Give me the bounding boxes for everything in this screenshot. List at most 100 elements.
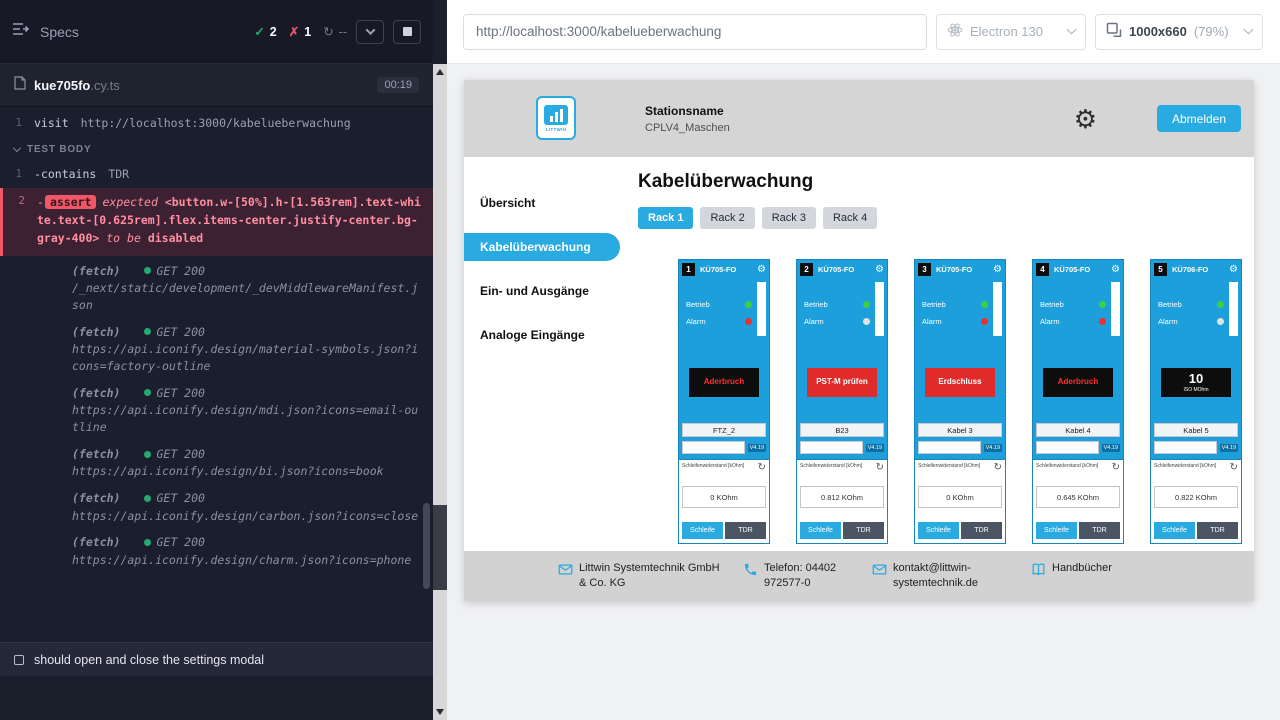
schleife-button[interactable]: Schleife bbox=[918, 522, 959, 539]
test-body-section[interactable]: TEST BODY bbox=[0, 135, 433, 162]
schleife-button[interactable]: Schleife bbox=[682, 522, 723, 539]
panel-scrollbar[interactable] bbox=[433, 64, 447, 720]
next-test-title: should open and close the settings modal bbox=[34, 653, 264, 667]
sidebar-item-ein-und-ausgaenge[interactable]: Ein- und Ausgänge bbox=[464, 277, 620, 305]
fetch-log-entry[interactable]: (fetch)GET 200 /_next/static/development… bbox=[0, 258, 433, 319]
spec-name[interactable]: kue705fo.cy.ts bbox=[34, 78, 120, 93]
tab-rack-2[interactable]: Rack 2 bbox=[700, 207, 754, 229]
tdr-button[interactable]: TDR bbox=[843, 522, 884, 539]
schleife-button[interactable]: Schleife bbox=[1154, 522, 1195, 539]
viewport-select[interactable]: 1000x660 (79%) bbox=[1095, 14, 1263, 50]
settings-gear-icon[interactable]: ⚙ bbox=[1074, 106, 1097, 132]
refresh-icon[interactable]: ↻ bbox=[1112, 463, 1120, 473]
firmware-version: V4.19 bbox=[748, 444, 766, 452]
status-ok-dot bbox=[144, 328, 151, 335]
card-indicator-strip bbox=[1229, 282, 1238, 336]
tdr-button[interactable]: TDR bbox=[1079, 522, 1120, 539]
tdr-button[interactable]: TDR bbox=[1197, 522, 1238, 539]
visit-command-row[interactable]: 1 visit http://localhost:3000/kabelueber… bbox=[0, 111, 433, 135]
betrieb-led bbox=[863, 301, 870, 308]
cable-name-input[interactable] bbox=[682, 441, 745, 454]
cable-name-input[interactable] bbox=[918, 441, 981, 454]
status-ok-dot bbox=[144, 267, 151, 274]
section-label: TEST BODY bbox=[27, 144, 91, 155]
passed-count: 2 bbox=[270, 25, 277, 39]
stop-button[interactable] bbox=[393, 20, 421, 44]
fetch-log-entry[interactable]: (fetch)GET 200 https://api.iconify.desig… bbox=[0, 380, 433, 441]
failed-icon: ✗ bbox=[289, 24, 299, 39]
card-gear-icon[interactable]: ⚙ bbox=[1229, 265, 1238, 275]
card-gear-icon[interactable]: ⚙ bbox=[1111, 265, 1120, 275]
next-test-row[interactable]: should open and close the settings modal bbox=[0, 642, 433, 676]
cable-name-input[interactable] bbox=[1154, 441, 1217, 454]
browser-stage: http://localhost:3000/kabelueberwachung … bbox=[447, 0, 1280, 720]
logout-button[interactable]: Abmelden bbox=[1157, 105, 1241, 132]
card-number-badge: 4 bbox=[1036, 263, 1049, 276]
url-input[interactable]: http://localhost:3000/kabelueberwachung bbox=[463, 14, 927, 50]
card-gear-icon[interactable]: ⚙ bbox=[993, 265, 1002, 275]
tab-rack-4[interactable]: Rack 4 bbox=[823, 207, 877, 229]
refresh-icon[interactable]: ↻ bbox=[994, 463, 1002, 473]
tdr-button[interactable]: TDR bbox=[725, 522, 766, 539]
alarm-led bbox=[1217, 318, 1224, 325]
specs-label[interactable]: Specs bbox=[40, 24, 79, 40]
spec-header: kue705fo.cy.ts 00:19 bbox=[0, 64, 433, 107]
resistance-value: 0.645 KOhm bbox=[1036, 486, 1120, 508]
alarm-led bbox=[745, 318, 752, 325]
refresh-icon[interactable]: ↻ bbox=[758, 463, 766, 473]
collapse-button[interactable] bbox=[356, 20, 384, 44]
cable-name-input[interactable] bbox=[800, 441, 863, 454]
spec-extension: .cy.ts bbox=[90, 78, 119, 93]
command-name: -contains bbox=[34, 166, 96, 182]
passed-icon: ✓ bbox=[254, 24, 264, 39]
browser-name: Electron 130 bbox=[970, 24, 1043, 39]
footer-manuals[interactable]: Handbücher bbox=[1031, 561, 1112, 582]
alarm-led bbox=[981, 318, 988, 325]
scroll-down-arrow[interactable] bbox=[436, 709, 444, 715]
sidebar-item-uebersicht[interactable]: Übersicht bbox=[464, 189, 620, 217]
schleife-button[interactable]: Schleife bbox=[1036, 522, 1077, 539]
card-number-badge: 5 bbox=[1154, 263, 1167, 276]
device-card: 4 KÜ705-FO ⚙ Betrieb Alarm Aderbruch Kab bbox=[1032, 259, 1124, 544]
schleife-button[interactable]: Schleife bbox=[800, 522, 841, 539]
scroll-up-arrow[interactable] bbox=[436, 69, 444, 75]
fetch-log-entry[interactable]: (fetch)GET 200 https://api.iconify.desig… bbox=[0, 319, 433, 380]
sidebar-item-kabelueberwachung[interactable]: Kabelüberwachung bbox=[464, 233, 620, 261]
status-display: PST-M prüfen bbox=[807, 368, 877, 397]
fetch-log-entry[interactable]: (fetch)GET 200 https://api.iconify.desig… bbox=[0, 485, 433, 529]
sidebar-item-analoge-eingaenge[interactable]: Analoge Eingänge bbox=[464, 321, 620, 349]
app-main: Kabelüberwachung Rack 1 Rack 2 Rack 3 Ra… bbox=[620, 157, 1254, 551]
contains-command-row[interactable]: 1 -contains TDR bbox=[0, 162, 433, 186]
tab-rack-1[interactable]: Rack 1 bbox=[638, 207, 693, 229]
log-scrollbar-thumb[interactable] bbox=[423, 503, 430, 589]
failed-assert-row[interactable]: 2 -assertexpected <button.w-[50%].h-[1.5… bbox=[0, 188, 433, 255]
app-footer: Littwin Systemtechnik GmbH & Co. KG Tele… bbox=[464, 551, 1254, 601]
scrollbar-thumb[interactable] bbox=[433, 505, 447, 590]
footer-email[interactable]: kontakt@littwin-systemtechnik.de bbox=[872, 561, 1015, 591]
card-gear-icon[interactable]: ⚙ bbox=[757, 265, 766, 275]
specs-menu-icon[interactable] bbox=[12, 22, 30, 41]
fetch-log-entry[interactable]: (fetch)GET 200 https://api.iconify.desig… bbox=[0, 529, 433, 573]
chevron-down-icon bbox=[13, 144, 21, 152]
browser-select[interactable]: Electron 130 bbox=[936, 14, 1086, 50]
device-cards: 1 KÜ705-FO ⚙ Betrieb Alarm Aderbruch FTZ bbox=[678, 259, 1254, 544]
cable-name: Kabel 4 bbox=[1036, 423, 1120, 437]
card-indicator-strip bbox=[993, 282, 1002, 336]
status-ok-dot bbox=[144, 539, 151, 546]
card-indicator-strip bbox=[1111, 282, 1120, 336]
refresh-icon[interactable]: ↻ bbox=[876, 463, 884, 473]
fetch-log-entry[interactable]: (fetch)GET 200 https://api.iconify.desig… bbox=[0, 441, 433, 485]
resistance-value: 0 KOhm bbox=[682, 486, 766, 508]
firmware-version: V4.19 bbox=[866, 444, 884, 452]
tab-rack-3[interactable]: Rack 3 bbox=[762, 207, 816, 229]
card-gear-icon[interactable]: ⚙ bbox=[875, 265, 884, 275]
tdr-button[interactable]: TDR bbox=[961, 522, 1002, 539]
card-indicator-strip bbox=[875, 282, 884, 336]
status-display: Aderbruch bbox=[689, 368, 759, 397]
refresh-icon[interactable]: ↻ bbox=[1230, 463, 1238, 473]
firmware-version: V4.19 bbox=[984, 444, 1002, 452]
phone-icon bbox=[743, 561, 758, 582]
cable-name-input[interactable] bbox=[1036, 441, 1099, 454]
viewport-zoom: (79%) bbox=[1194, 24, 1229, 39]
fetch-label: (fetch) bbox=[72, 263, 120, 280]
